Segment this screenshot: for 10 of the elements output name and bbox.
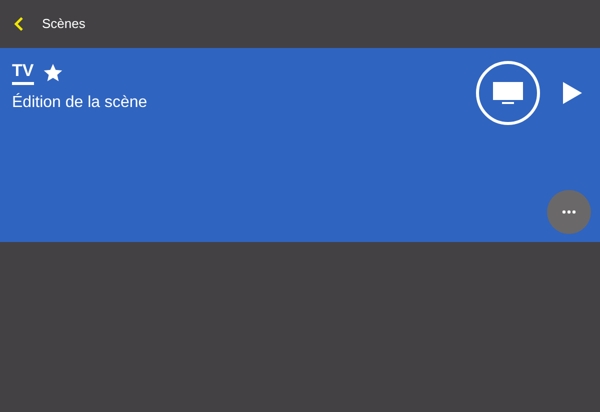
- page-title: Scènes: [42, 15, 86, 34]
- star-icon[interactable]: [42, 62, 64, 84]
- back-icon: [14, 17, 24, 31]
- monitor-icon: [492, 81, 524, 105]
- more-icon: [562, 210, 576, 214]
- play-button[interactable]: [562, 81, 582, 105]
- scene-name: TV: [12, 60, 34, 85]
- scene-subtitle: Édition de la scène: [12, 92, 148, 113]
- tv-button[interactable]: [476, 61, 540, 125]
- play-icon: [562, 82, 582, 104]
